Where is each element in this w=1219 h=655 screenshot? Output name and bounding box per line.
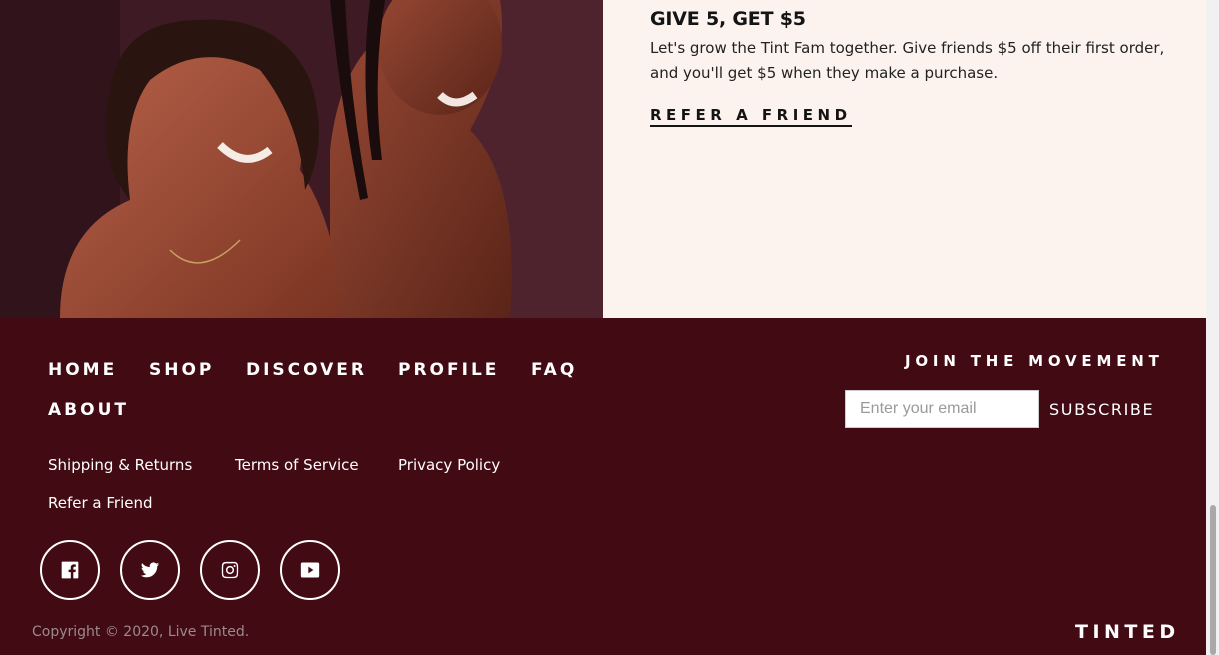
subscribe-button[interactable]: SUBSCRIBE bbox=[1040, 390, 1163, 428]
page: GIVE 5, GET $5 Let's grow the Tint Fam t… bbox=[0, 0, 1206, 655]
promo-text-panel: GIVE 5, GET $5 Let's grow the Tint Fam t… bbox=[603, 0, 1206, 318]
privacy-policy-link[interactable]: Privacy Policy bbox=[398, 456, 500, 474]
newsletter-email-input[interactable] bbox=[845, 390, 1039, 428]
site-footer: HOME SHOP DISCOVER PROFILE FAQ ABOUT Shi… bbox=[0, 318, 1206, 655]
scrollbar-thumb[interactable] bbox=[1210, 505, 1216, 655]
footer-nav-shop[interactable]: SHOP bbox=[149, 360, 214, 380]
instagram-icon bbox=[221, 561, 239, 579]
twitter-button[interactable] bbox=[120, 540, 180, 600]
promo-title: GIVE 5, GET $5 bbox=[650, 8, 806, 30]
facebook-icon bbox=[61, 561, 79, 579]
page-scrollbar[interactable] bbox=[1206, 0, 1219, 655]
twitter-icon bbox=[140, 562, 160, 578]
newsletter-title: JOIN THE MOVEMENT bbox=[905, 352, 1164, 370]
footer-nav-home[interactable]: HOME bbox=[48, 360, 117, 380]
footer-nav-discover[interactable]: DISCOVER bbox=[246, 360, 367, 380]
terms-of-service-link[interactable]: Terms of Service bbox=[235, 456, 359, 474]
promo-photo-illustration bbox=[0, 0, 603, 318]
footer-nav-about[interactable]: ABOUT bbox=[48, 400, 129, 420]
refer-a-friend-link[interactable]: REFER A FRIEND bbox=[650, 106, 852, 127]
copyright-text: Copyright © 2020, Live Tinted. bbox=[32, 624, 250, 640]
refer-promo-section: GIVE 5, GET $5 Let's grow the Tint Fam t… bbox=[0, 0, 1206, 318]
footer-nav-profile[interactable]: PROFILE bbox=[398, 360, 499, 380]
shipping-returns-link[interactable]: Shipping & Returns bbox=[48, 456, 192, 474]
instagram-button[interactable] bbox=[200, 540, 260, 600]
tinted-logo[interactable]: TINTED bbox=[1075, 621, 1180, 643]
youtube-icon bbox=[300, 562, 320, 578]
promo-description: Let's grow the Tint Fam together. Give f… bbox=[650, 39, 1165, 82]
footer-nav-faq[interactable]: FAQ bbox=[531, 360, 577, 380]
refer-a-friend-footer-link[interactable]: Refer a Friend bbox=[48, 494, 153, 512]
facebook-button[interactable] bbox=[40, 540, 100, 600]
youtube-button[interactable] bbox=[280, 540, 340, 600]
promo-image bbox=[0, 0, 603, 318]
